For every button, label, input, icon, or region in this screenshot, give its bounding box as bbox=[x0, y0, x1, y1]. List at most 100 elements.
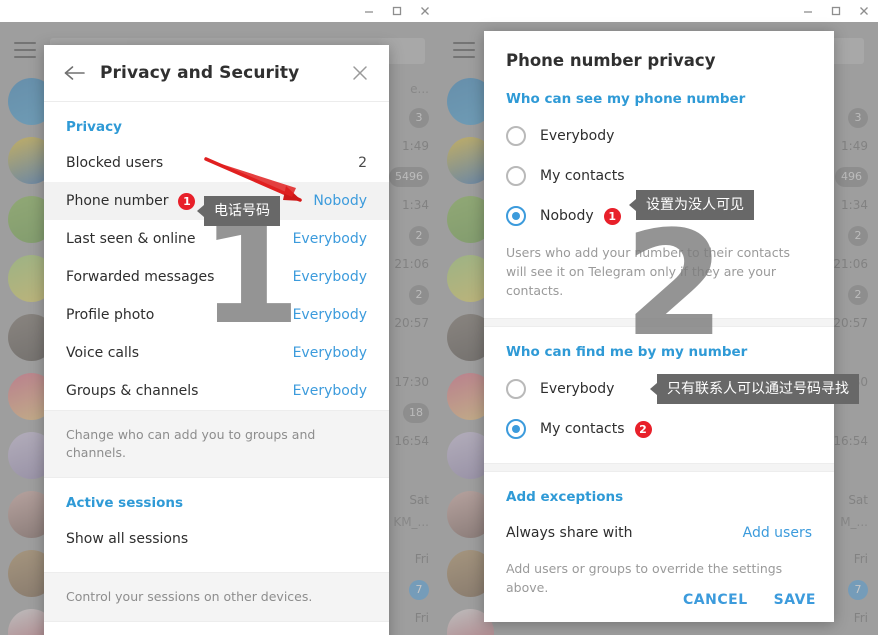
chat-timestamp: 21:06 bbox=[833, 257, 868, 271]
unread-badge: 3 bbox=[848, 108, 868, 128]
radio-label: My contacts bbox=[540, 168, 625, 184]
radio-label: Everybody bbox=[540, 128, 615, 144]
privacy-rows: Blocked users 2 Phone number 1 Nobody Last se… bbox=[44, 144, 389, 410]
chat-timestamp: Fri bbox=[853, 552, 868, 566]
title-bar-right bbox=[439, 0, 878, 22]
chat-timestamp: Fri bbox=[853, 611, 868, 625]
privacy-row[interactable]: Voice calls Everybody bbox=[44, 334, 389, 372]
chat-timestamp: 21:06 bbox=[394, 257, 429, 271]
tooltip-phone-number: 电话号码 bbox=[197, 196, 280, 226]
unread-badge: 2 bbox=[848, 226, 868, 246]
row-label: Profile photo bbox=[66, 307, 155, 323]
row-value[interactable]: Everybody bbox=[293, 383, 367, 399]
unread-badge: 7 bbox=[409, 580, 429, 600]
radio-option[interactable]: My contacts 2 bbox=[484, 409, 834, 449]
chat-timestamp: 20:57 bbox=[394, 316, 429, 330]
section-header-add-exceptions: Add exceptions bbox=[506, 489, 624, 506]
maximize-icon[interactable] bbox=[383, 0, 411, 22]
add-users-button[interactable]: Add users bbox=[743, 525, 812, 541]
section-header-active-sessions[interactable]: Active sessions bbox=[44, 478, 389, 520]
row-label: Forwarded messages bbox=[66, 269, 215, 285]
chat-timestamp: 16:54 bbox=[394, 434, 429, 448]
privacy-row[interactable]: Blocked users 2 bbox=[44, 144, 389, 182]
row-label: Groups & channels bbox=[66, 383, 199, 399]
unread-badge: 5496 bbox=[389, 167, 429, 187]
privacy-row[interactable]: Forwarded messages Everybody bbox=[44, 258, 389, 296]
annotation-badge: 2 bbox=[634, 420, 652, 438]
unread-badge: 2 bbox=[409, 285, 429, 305]
chat-timestamp: 1:34 bbox=[402, 198, 429, 212]
chat-timestamp: 20:57 bbox=[833, 316, 868, 330]
phone-number-privacy-dialog: Phone number privacy Who can see my phon… bbox=[484, 31, 834, 622]
privacy-row[interactable]: Profile photo Everybody bbox=[44, 296, 389, 334]
radio-label: Everybody bbox=[540, 381, 615, 398]
section-divider bbox=[484, 318, 834, 328]
unread-badge: 496 bbox=[835, 167, 868, 187]
save-button[interactable]: SAVE bbox=[774, 592, 816, 608]
chat-timestamp: 1:34 bbox=[841, 198, 868, 212]
section-header-who-can-find: Who can find me by my number bbox=[506, 344, 748, 361]
telegram-window-right: 31:494961:34221:06220:5717:3016:54SatM_.… bbox=[439, 0, 878, 635]
radio-unselected-icon[interactable] bbox=[506, 126, 526, 146]
row-always-share-with[interactable]: Always share with Add users bbox=[484, 514, 834, 552]
minimize-icon[interactable] bbox=[355, 0, 383, 22]
unread-badge: 2 bbox=[409, 226, 429, 246]
radio-selected-icon[interactable] bbox=[506, 419, 526, 440]
radio-unselected-icon[interactable] bbox=[506, 379, 526, 400]
chat-timestamp: Sat bbox=[848, 493, 868, 507]
unread-badge: 18 bbox=[403, 403, 429, 423]
row-label: Last seen & online bbox=[66, 231, 196, 247]
back-arrow-icon[interactable] bbox=[58, 56, 92, 90]
chat-timestamp: Fri bbox=[414, 611, 429, 625]
chat-timestamp: 16:54 bbox=[833, 434, 868, 448]
menu-icon[interactable] bbox=[453, 42, 475, 58]
row-value[interactable]: Everybody bbox=[293, 345, 367, 361]
cancel-button[interactable]: CANCEL bbox=[683, 592, 748, 608]
privacy-row[interactable]: Groups & channels Everybody bbox=[44, 372, 389, 410]
chat-timestamp: 1:49 bbox=[402, 139, 429, 153]
chat-timestamp: 1:49 bbox=[841, 139, 868, 153]
telegram-window-left: 3 e... 1:49 5496 1:34 2 21:06 2 20:57 17:30 18 16:5… bbox=[0, 0, 439, 635]
radio-label: My contacts bbox=[540, 421, 625, 438]
close-icon[interactable] bbox=[345, 58, 375, 88]
hint-sessions: Control your sessions on other devices. bbox=[44, 572, 389, 623]
row-value[interactable]: Everybody bbox=[293, 231, 367, 247]
minimize-icon[interactable] bbox=[794, 0, 822, 22]
row-value[interactable]: 2 bbox=[358, 155, 367, 171]
section-header-who-can-see: Who can see my phone number bbox=[506, 91, 746, 107]
maximize-icon[interactable] bbox=[822, 0, 850, 22]
row-value[interactable]: Nobody bbox=[313, 193, 367, 209]
chat-timestamp: Fri bbox=[414, 552, 429, 566]
row-value[interactable]: Everybody bbox=[293, 269, 367, 285]
close-icon[interactable] bbox=[411, 0, 439, 22]
row-label: Show all sessions bbox=[66, 531, 189, 548]
section-divider bbox=[484, 463, 834, 473]
close-icon[interactable] bbox=[850, 0, 878, 22]
hint-groups-and-channels: Change who can add you to groups and cha… bbox=[44, 410, 389, 479]
radio-unselected-icon[interactable] bbox=[506, 166, 526, 186]
row-label: Blocked users bbox=[66, 155, 164, 171]
annotation-badge: 1 bbox=[178, 192, 196, 210]
page-title: Phone number privacy bbox=[506, 51, 716, 70]
chat-snippet: M_... bbox=[840, 515, 868, 529]
unread-badge: 3 bbox=[409, 108, 429, 128]
radio-label: Nobody bbox=[540, 208, 594, 224]
annotation-badge: 1 bbox=[603, 207, 621, 225]
tooltip-contacts-find: 只有联系人可以通过号码寻找 bbox=[650, 374, 859, 404]
note-who-can-see: Users who add your number to their conta… bbox=[506, 245, 790, 298]
row-label: Always share with bbox=[506, 525, 633, 542]
chat-timestamp: 17:30 bbox=[394, 375, 429, 389]
unread-badge: 7 bbox=[848, 580, 868, 600]
radio-selected-icon[interactable] bbox=[506, 206, 526, 226]
menu-icon[interactable] bbox=[14, 42, 36, 58]
radio-option[interactable]: Everybody bbox=[484, 116, 834, 156]
section-header-privacy: Privacy bbox=[66, 119, 122, 135]
tooltip-set-nobody: 设置为没人可见 bbox=[629, 190, 754, 220]
row-value[interactable]: Everybody bbox=[293, 307, 367, 323]
dialog-actions: CANCEL SAVE bbox=[683, 592, 816, 608]
screen-root: 3 e... 1:49 5496 1:34 2 21:06 2 20:57 17:30 18 16:5… bbox=[0, 0, 878, 635]
row-show-all-sessions[interactable]: Show all sessions bbox=[44, 520, 389, 558]
title-bar-left bbox=[0, 0, 439, 22]
page-title: Privacy and Security bbox=[100, 63, 300, 83]
row-label: Voice calls bbox=[66, 345, 140, 361]
